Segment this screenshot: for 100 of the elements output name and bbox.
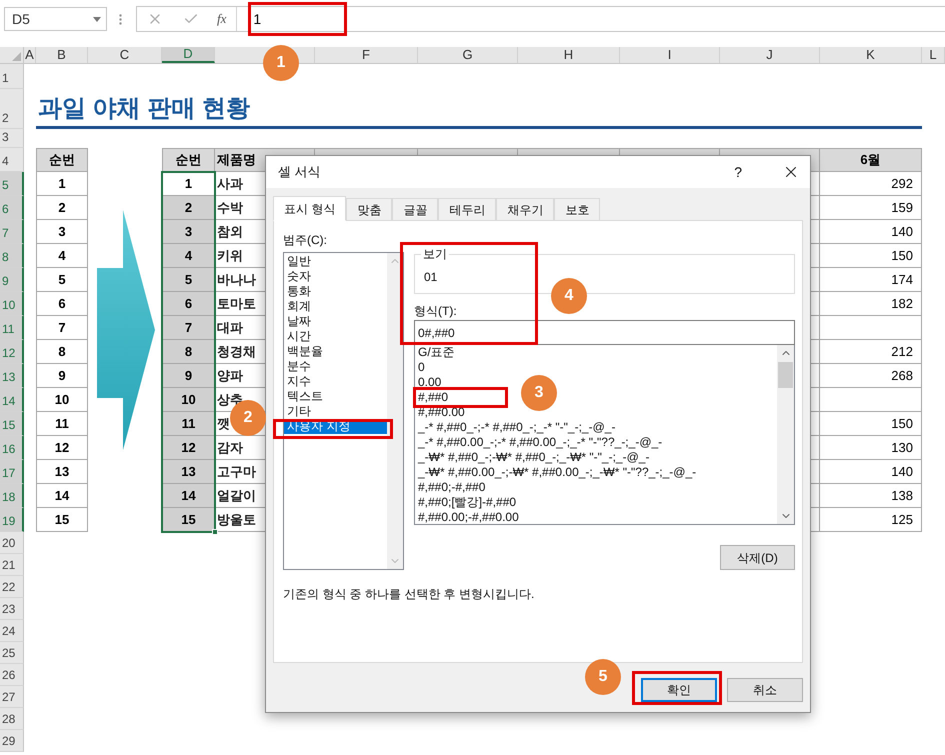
table-cell: 130 [820,436,922,460]
format-input[interactable]: 0#,##0 [414,320,795,345]
row-header[interactable]: 27 [0,686,24,708]
format-item[interactable]: 0.00 [418,375,442,390]
header-cell: 순번 [162,148,215,172]
table-cell: 150 [820,244,922,268]
table-cell: 7 [162,316,215,340]
table-cell: 15 [36,508,88,532]
row-header[interactable]: 17 [0,460,24,484]
row-header[interactable]: 25 [0,642,24,664]
dialog-tab[interactable]: 채우기 [496,198,554,220]
format-item[interactable]: _-* #,##0_-;-* #,##0_-;_-* "-"_-;_-@_- [418,420,616,435]
column-header[interactable]: F [315,47,418,63]
column-header[interactable]: D [162,47,215,63]
table-cell: 140 [820,460,922,484]
dialog-tab[interactable]: 테두리 [438,198,496,220]
row-header[interactable]: 15 [0,412,24,436]
column-header[interactable]: L [922,47,945,63]
table-cell: 212 [820,340,922,364]
scrollbar-thumb[interactable] [778,362,793,388]
row-header[interactable]: 14 [0,388,24,412]
grip-icon [119,14,122,24]
insert-function-button[interactable]: fx [217,9,226,29]
format-item[interactable]: #,##0;[빨강]-#,##0 [418,495,516,510]
dialog-button[interactable]: 확인 [641,678,717,702]
row-header[interactable]: 19 [0,508,24,532]
table-cell: 2 [36,196,88,220]
row-header[interactable]: 11 [0,316,24,340]
row-header[interactable]: 29 [0,730,24,752]
row-header[interactable]: 28 [0,708,24,730]
row-header[interactable]: 16 [0,436,24,460]
formula-field[interactable]: 1 [236,7,945,31]
table-cell: 268 [820,364,922,388]
row-header[interactable]: 10 [0,292,24,316]
row-header[interactable]: 13 [0,364,24,388]
table-cell: 6 [36,292,88,316]
table-cell: 174 [820,268,922,292]
column-header[interactable]: H [518,47,620,63]
format-item[interactable]: _-* #,##0.00_-;-* #,##0.00_-;_-* "-"??_-;_-@_- [418,435,662,450]
row-header[interactable]: 6 [0,196,24,220]
table-cell: 5 [36,268,88,292]
table-cell: 11 [162,412,215,436]
sample-value: 01 [423,269,438,286]
row-header[interactable]: 22 [0,576,24,598]
column-header[interactable]: I [620,47,720,63]
table-cell: 5 [162,268,215,292]
row-header[interactable]: 23 [0,598,24,620]
table-cell: 13 [162,460,215,484]
dialog-tab[interactable]: 글꼴 [392,198,438,220]
format-item[interactable]: #,##0 [418,390,448,405]
row-header[interactable]: 8 [0,244,24,268]
format-item[interactable]: _-₩* #,##0_-;-₩* #,##0_-;_-₩* "-"_-;_-@_- [418,450,650,465]
table-cell: 9 [36,364,88,388]
row-header[interactable]: 2 [0,89,24,129]
table-cell: 15 [162,508,215,532]
row-header[interactable]: 24 [0,620,24,642]
format-item[interactable]: _-₩* #,##0.00_-;-₩* #,##0.00_-;_-₩* "-"??_-;_-@_- [418,465,696,480]
row-header[interactable]: 12 [0,340,24,364]
dropdown-caret-icon[interactable] [93,16,101,22]
row-header[interactable]: 9 [0,268,24,292]
table-cell: 3 [36,220,88,244]
row-header[interactable]: 7 [0,220,24,244]
row-header[interactable]: 1 [0,64,24,89]
table-cell: 138 [820,484,922,508]
format-item[interactable]: 0 [418,360,425,375]
name-box[interactable]: D5 [4,7,107,31]
column-header[interactable]: A [24,47,36,63]
row-header[interactable]: 20 [0,532,24,554]
dialog-tab[interactable]: 보호 [554,198,600,220]
table-cell: 6 [162,292,215,316]
column-header[interactable]: B [36,47,88,63]
table-cell: 2 [162,196,215,220]
row-header[interactable]: 4 [0,148,24,172]
row-header[interactable]: 26 [0,664,24,686]
format-item[interactable]: G/표준 [418,345,455,360]
format-item[interactable]: #,##0;-#,##0 [418,480,486,495]
dialog-tab[interactable]: 맞춤 [346,198,392,220]
column-header[interactable]: J [720,47,820,63]
header-cell: 6월 [820,148,922,172]
row-header[interactable]: 5 [0,172,24,196]
column-header[interactable]: K [820,47,922,63]
table-cell: 125 [820,508,922,532]
column-header[interactable]: G [418,47,518,63]
table-cell: 292 [820,172,922,196]
row-header[interactable]: 18 [0,484,24,508]
table-cell: 150 [820,412,922,436]
dialog-button[interactable]: 취소 [727,678,803,702]
table-cell: 4 [36,244,88,268]
help-button[interactable]: ? [734,162,742,182]
row-header[interactable]: 3 [0,129,24,148]
table-cell: 14 [36,484,88,508]
sample-legend: 보기 [421,245,449,263]
delete-button[interactable]: 삭제(D) [720,545,795,570]
table-cell: 159 [820,196,922,220]
row-header[interactable]: 21 [0,554,24,576]
table-cell: 182 [820,292,922,316]
dialog-tab[interactable]: 표시 형식 [273,196,346,221]
format-item[interactable]: #,##0.00 [418,405,465,420]
format-item[interactable]: #,##0.00;-#,##0.00 [418,510,519,524]
table-cell: 12 [162,436,215,460]
